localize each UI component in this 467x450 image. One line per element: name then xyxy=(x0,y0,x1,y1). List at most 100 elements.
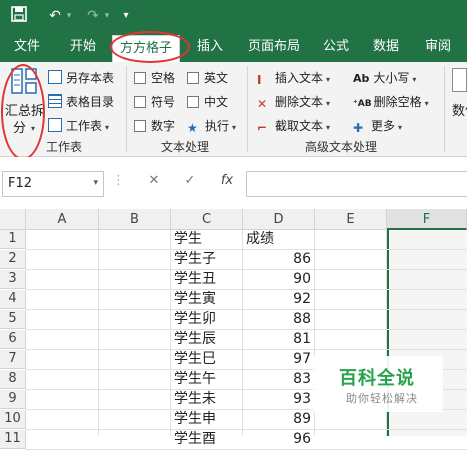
cell-c[interactable]: 学生 xyxy=(171,230,242,249)
undo-dropdown-icon[interactable]: ▾ xyxy=(64,6,74,26)
name-box[interactable]: F12 ▾ xyxy=(2,171,104,197)
insert-text-dropdown-icon[interactable]: ▾ xyxy=(326,75,330,84)
watermark: 百科全说 助你轻松解决 xyxy=(313,356,443,412)
row-header[interactable]: 8 xyxy=(0,370,26,389)
english-checkbox[interactable]: 英文 xyxy=(187,68,228,88)
group-label-worksheet: 工作表 xyxy=(46,140,83,154)
cell-c[interactable]: 学生巳 xyxy=(171,350,242,369)
row-header[interactable]: 3 xyxy=(0,270,26,289)
column-header-a[interactable]: A xyxy=(26,209,99,230)
insert-text-icon: I xyxy=(257,73,262,87)
execute-dropdown-icon[interactable]: ▾ xyxy=(232,123,236,132)
number-checkbox[interactable]: 数字 xyxy=(134,116,175,136)
delete-space-dropdown-icon[interactable]: ▾ xyxy=(425,99,429,108)
more-dropdown-icon[interactable]: ▾ xyxy=(398,123,402,132)
tab-formulas[interactable]: 公式 xyxy=(323,32,349,62)
cancel-icon[interactable]: ✕ xyxy=(146,173,162,188)
split-summary-icon[interactable] xyxy=(8,66,40,98)
ribbon-separator xyxy=(247,66,248,152)
column-header-c[interactable]: C xyxy=(171,209,243,230)
execute-icon: ★ xyxy=(187,121,198,135)
tab-fangfang[interactable]: 方方格子 xyxy=(112,35,181,62)
column-header-d[interactable]: D xyxy=(243,209,315,230)
insert-function-icon[interactable]: fx xyxy=(218,173,236,188)
save-sheet-icon xyxy=(48,70,62,84)
cell-d[interactable]: 86 xyxy=(243,250,314,269)
delete-text-button[interactable]: ✕ 删除文本 ▾ xyxy=(257,92,330,112)
cell-c[interactable]: 学生午 xyxy=(171,370,242,389)
cell-d[interactable]: 88 xyxy=(243,310,314,329)
customize-icon[interactable]: ▾ xyxy=(120,6,132,26)
cell-c[interactable]: 学生未 xyxy=(171,390,242,409)
row-header[interactable]: 5 xyxy=(0,310,26,329)
redo-icon[interactable]: ↷ xyxy=(84,6,102,26)
cell-d[interactable]: 81 xyxy=(243,330,314,349)
cell-c[interactable]: 学生酉 xyxy=(171,430,242,449)
cell-d[interactable]: 92 xyxy=(243,290,314,309)
row-header[interactable]: 6 xyxy=(0,330,26,349)
tab-data[interactable]: 数据 xyxy=(373,32,399,62)
tab-review[interactable]: 审阅 xyxy=(425,32,451,62)
row-header[interactable]: 11 xyxy=(0,430,26,449)
cell-c[interactable]: 学生申 xyxy=(171,410,242,429)
checkbox-icon xyxy=(187,72,199,84)
cell-d[interactable]: 成绩 xyxy=(243,230,314,249)
row-header[interactable]: 4 xyxy=(0,290,26,309)
tab-home[interactable]: 开始 xyxy=(70,32,96,62)
ribbon-separator xyxy=(126,66,127,152)
split-summary-label-2[interactable]: 分 xyxy=(13,119,26,139)
save-sheet-button[interactable]: 另存本表 xyxy=(48,68,114,88)
cell-c[interactable]: 学生卯 xyxy=(171,310,242,329)
watermark-title: 百科全说 xyxy=(339,368,415,389)
split-dropdown-icon[interactable]: ▾ xyxy=(31,124,35,133)
case-button[interactable]: Ab 大小写 ▾ xyxy=(353,68,416,88)
numeric-label[interactable]: 数值 xyxy=(452,102,467,122)
ribbon: 汇总拆 分 ▾ 另存本表 表格目录 工作表 ▾ 工作表 空格 英文 符号 中文 数… xyxy=(0,62,467,157)
chinese-checkbox[interactable]: 中文 xyxy=(187,92,228,112)
row-header[interactable]: 1 xyxy=(0,230,26,249)
cell-c[interactable]: 学生子 xyxy=(171,250,242,269)
row-header[interactable]: 10 xyxy=(0,410,26,429)
cell-c[interactable]: 学生寅 xyxy=(171,290,242,309)
cell-d[interactable]: 89 xyxy=(243,410,314,429)
space-checkbox[interactable]: 空格 xyxy=(134,68,175,88)
cell-d[interactable]: 93 xyxy=(243,390,314,409)
cell-d[interactable]: 96 xyxy=(243,430,314,449)
cell-c[interactable]: 学生丑 xyxy=(171,270,242,289)
tab-page-layout[interactable]: 页面布局 xyxy=(248,32,300,62)
column-header-f[interactable]: F xyxy=(387,209,467,230)
cell-d[interactable]: 83 xyxy=(243,370,314,389)
undo-icon[interactable]: ↶ xyxy=(46,6,64,26)
more-button[interactable]: ✚ 更多 ▾ xyxy=(353,116,402,136)
formula-input[interactable] xyxy=(246,171,467,197)
case-dropdown-icon[interactable]: ▾ xyxy=(412,75,416,84)
row-header[interactable]: 7 xyxy=(0,350,26,369)
save-icon[interactable] xyxy=(10,6,28,28)
redo-dropdown-icon[interactable]: ▾ xyxy=(102,6,112,26)
worksheet-dropdown-icon[interactable]: ▾ xyxy=(105,123,109,132)
confirm-icon[interactable]: ✓ xyxy=(182,173,198,188)
select-all-corner[interactable] xyxy=(0,209,26,230)
column-header-e[interactable]: E xyxy=(315,209,387,230)
delete-text-dropdown-icon[interactable]: ▾ xyxy=(326,99,330,108)
execute-button[interactable]: ★ 执行 ▾ xyxy=(187,116,236,136)
cell-d[interactable]: 97 xyxy=(243,350,314,369)
grid-line xyxy=(98,230,99,436)
insert-text-button[interactable]: I 插入文本 ▾ xyxy=(257,68,330,88)
column-header-b[interactable]: B xyxy=(99,209,171,230)
ribbon-separator xyxy=(444,66,445,152)
delete-space-button[interactable]: ⁺AB 删除空格 ▾ xyxy=(353,92,429,112)
cell-c[interactable]: 学生辰 xyxy=(171,330,242,349)
row-header[interactable]: 9 xyxy=(0,390,26,409)
name-box-dropdown-icon[interactable]: ▾ xyxy=(93,178,98,188)
cut-text-dropdown-icon[interactable]: ▾ xyxy=(326,123,330,132)
tab-insert[interactable]: 插入 xyxy=(197,32,223,62)
symbol-checkbox[interactable]: 符号 xyxy=(134,92,175,112)
sheet-catalog-button[interactable]: 表格目录 xyxy=(48,92,114,112)
cell-d[interactable]: 90 xyxy=(243,270,314,289)
cut-text-button[interactable]: ⌐ 截取文本 ▾ xyxy=(257,116,330,136)
row-header[interactable]: 2 xyxy=(0,250,26,269)
numeric-icon[interactable] xyxy=(452,68,467,92)
tab-file[interactable]: 文件 xyxy=(14,32,40,62)
worksheet-button[interactable]: 工作表 ▾ xyxy=(48,116,109,136)
